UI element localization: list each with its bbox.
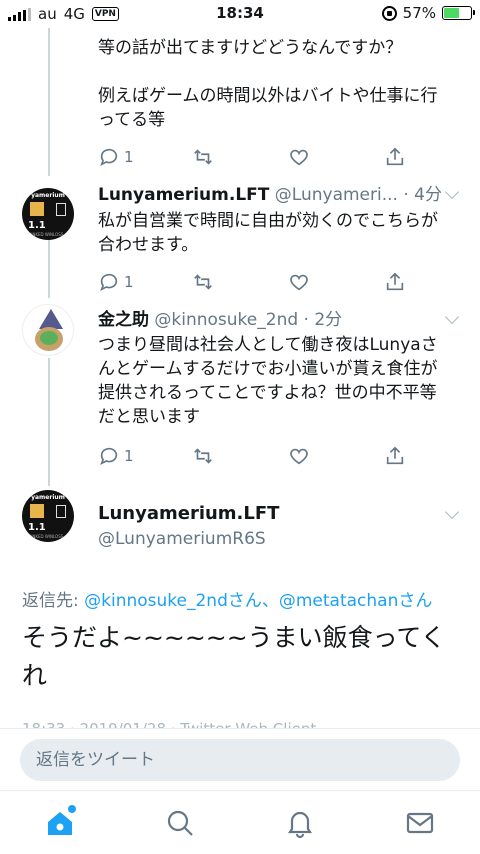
- thread-line: [48, 28, 50, 176]
- reply-count: 1: [124, 148, 134, 166]
- battery-percent: 57%: [402, 4, 436, 22]
- heart-icon: [290, 274, 308, 291]
- timestamp: · 2分: [303, 310, 343, 330]
- search-icon: [167, 810, 193, 836]
- reply-icon: [100, 273, 118, 292]
- heart-icon: [290, 448, 308, 465]
- tweet-text: 等の話が出てますけどどうなんですか？ 例えばゲームの時間以外はバイトや仕事に行 …: [98, 38, 438, 130]
- tweet-text: つまり昼間は社会人として働き夜はLunyaさ んとゲームするだけでお小遣いが貰え…: [98, 335, 438, 427]
- share-icon: [386, 446, 404, 465]
- mention-link[interactable]: @kinnosuke_2ndさん、: [84, 591, 279, 611]
- reply-count: 1: [124, 447, 134, 465]
- retweet-icon: [194, 448, 212, 464]
- mention-link[interactable]: @metatachanさん: [279, 591, 433, 611]
- tweet-header: 金之助 @kinnosuke_2nd · 2分: [98, 309, 342, 331]
- like-button[interactable]: [288, 143, 310, 171]
- heart-icon: [290, 149, 308, 166]
- like-button[interactable]: [288, 268, 310, 296]
- reply-count: 1: [124, 273, 134, 291]
- share-button[interactable]: [384, 442, 406, 470]
- handle[interactable]: @kinnosuke_2nd: [154, 310, 298, 330]
- share-icon: [386, 272, 404, 291]
- avatar[interactable]: yamerium 1.1 RANKED WINLOSS: [22, 490, 74, 542]
- handle[interactable]: @Lunyameri...: [275, 185, 398, 205]
- reply-button[interactable]: 1: [98, 268, 134, 296]
- reply-input[interactable]: 返信をツイート: [20, 739, 460, 781]
- tweet-text: 私が自営業で時間に自由が効くのでこちらが 合わせます。: [98, 211, 438, 255]
- retweet-button[interactable]: [192, 268, 214, 296]
- reply-button[interactable]: 1: [98, 143, 134, 171]
- tab-home[interactable]: [44, 805, 76, 839]
- reply-icon: [100, 148, 118, 167]
- share-button[interactable]: [384, 143, 406, 171]
- avatar[interactable]: [22, 304, 74, 356]
- retweet-icon: [194, 149, 212, 165]
- thread-line: [48, 358, 50, 486]
- tab-search[interactable]: [164, 807, 196, 839]
- tweet-text: そうだよ~~~~~~うまい飯食ってく れ: [22, 623, 446, 690]
- display-name[interactable]: Lunyamerium.LFT: [98, 185, 269, 205]
- tab-messages[interactable]: [404, 807, 436, 839]
- retweet-icon: [194, 274, 212, 290]
- display-name[interactable]: 金之助: [98, 310, 149, 330]
- chevron-down-icon[interactable]: [444, 504, 460, 520]
- rotation-lock-icon: [381, 5, 397, 21]
- chevron-down-icon[interactable]: [444, 309, 460, 325]
- tab-notifications[interactable]: [284, 807, 316, 839]
- reply-bar: 返信をツイート: [0, 728, 480, 790]
- chevron-down-icon[interactable]: [444, 184, 460, 200]
- notification-dot: [68, 805, 76, 813]
- tweet-header: Lunyamerium.LFT @Lunyameri... · 4分: [98, 184, 442, 206]
- bell-icon: [287, 811, 313, 839]
- reply-to-line: 返信先: @kinnosuke_2ndさん、@metatachanさん: [22, 591, 433, 611]
- mail-icon: [406, 812, 434, 834]
- retweet-button[interactable]: [192, 143, 214, 171]
- battery-icon: [442, 6, 475, 20]
- share-icon: [386, 147, 404, 166]
- reply-button[interactable]: 1: [98, 442, 134, 470]
- thread-line: [48, 232, 50, 298]
- avatar[interactable]: yamerium 1.1 RANKED WINLOSS: [22, 188, 74, 240]
- handle[interactable]: @LunyameriumR6S: [98, 528, 266, 550]
- retweet-button[interactable]: [192, 442, 214, 470]
- display-name[interactable]: Lunyamerium.LFT: [98, 503, 279, 525]
- reply-icon: [100, 447, 118, 466]
- timestamp: · 4分: [403, 185, 442, 205]
- like-button[interactable]: [288, 442, 310, 470]
- tab-bar: [0, 790, 480, 854]
- share-button[interactable]: [384, 268, 406, 296]
- status-bar: au 4G VPN 18:34 57%: [0, 0, 480, 28]
